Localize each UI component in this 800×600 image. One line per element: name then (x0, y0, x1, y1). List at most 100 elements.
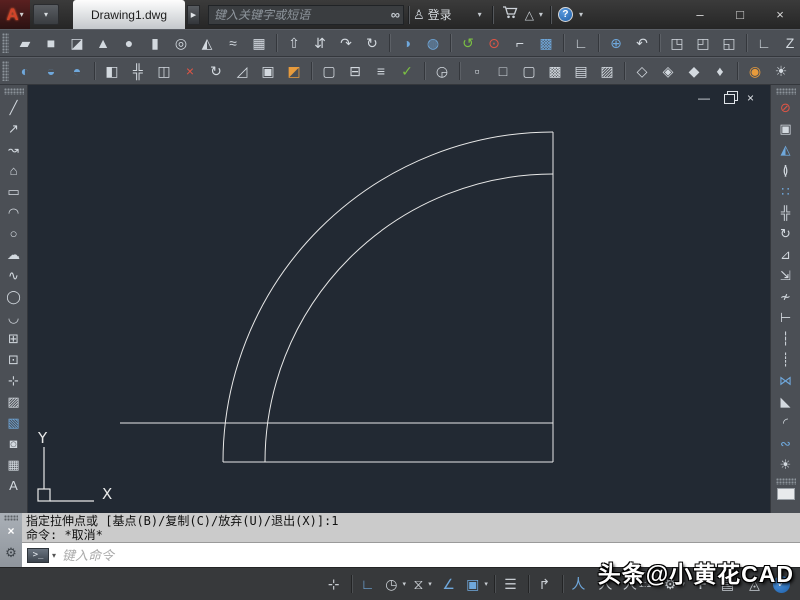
polyline-icon[interactable]: ↝ (2, 139, 26, 160)
construction-line-icon[interactable]: ↗ (2, 118, 26, 139)
color-faces-icon[interactable]: ◩ (282, 59, 306, 83)
clean-icon[interactable]: ≡ (369, 59, 393, 83)
multiline-text-icon[interactable]: A (2, 475, 26, 496)
offset-icon[interactable]: ≬ (774, 160, 798, 181)
toolbar-grip-handle[interactable] (2, 33, 9, 53)
sweep-icon[interactable]: ↷ (334, 31, 358, 55)
app-menu-button[interactable]: A ▾ (0, 0, 30, 29)
region-icon[interactable]: ◙ (2, 433, 26, 454)
blend-curves-icon[interactable]: ∾ (774, 433, 798, 454)
ortho-mode-icon[interactable]: ∟ ▾ (351, 571, 381, 597)
pyramid-icon[interactable]: ◭ (195, 31, 219, 55)
render-preset-draft-icon[interactable]: ◇ (624, 59, 654, 83)
fillet-icon[interactable]: ◜ (774, 412, 798, 433)
render-preset-high-icon[interactable]: ♦ (708, 59, 732, 83)
render-preset-low-icon[interactable]: ◈ (656, 59, 680, 83)
point-icon[interactable]: ⊹ (2, 370, 26, 391)
offset-faces-icon[interactable]: ◫ (152, 59, 176, 83)
ucs-face-icon[interactable]: ◳ (659, 31, 689, 55)
vs-hidden-icon[interactable]: ▢ (517, 59, 541, 83)
circle-icon[interactable]: ○ (2, 223, 26, 244)
osnap-tracking-icon[interactable]: ∠ ▾ (437, 571, 462, 597)
cylinder-icon[interactable]: ▮ (143, 31, 167, 55)
interfere-icon[interactable]: ◑ (389, 31, 419, 55)
autodesk-360-icon[interactable]: △ (525, 8, 534, 22)
explode-icon[interactable]: ☀ (774, 454, 798, 475)
hatch-icon[interactable]: ▨ (2, 391, 26, 412)
move-icon[interactable]: ╬ (774, 202, 798, 223)
lineweight-icon[interactable]: ☰ ▾ (493, 571, 524, 597)
sign-in-button[interactable]: ♙ 登录 ▾ (413, 6, 488, 23)
helix-icon[interactable]: ≈ (221, 31, 245, 55)
ucs-view-icon[interactable]: ◱ (717, 31, 741, 55)
section-icon[interactable]: ◍ (421, 31, 445, 55)
erase-icon[interactable]: ⊘ (774, 97, 798, 118)
union-icon[interactable]: ◐ (13, 59, 37, 83)
tab-overflow-button[interactable]: ▶ (187, 4, 200, 25)
sphere-icon[interactable]: ● (117, 31, 141, 55)
toolbar-grip-handle[interactable] (775, 478, 796, 485)
extrude-faces-icon[interactable]: ◧ (94, 59, 124, 83)
exchange-cart-icon[interactable] (502, 5, 518, 24)
selection-cycling-icon[interactable]: ↱ ▾ (527, 571, 558, 597)
search-input[interactable] (209, 5, 387, 24)
make-block-icon[interactable]: ⊡ (2, 349, 26, 370)
toolbar-grip-handle[interactable] (3, 88, 24, 95)
close-drawing-icon[interactable]: × (747, 92, 754, 104)
subtract-icon[interactable]: ◒ (39, 59, 63, 83)
delete-faces-icon[interactable]: × (178, 59, 202, 83)
scale-icon[interactable]: ⊿ (774, 244, 798, 265)
object-snap-icon[interactable]: ▣ ▾ (464, 571, 490, 597)
restore-drawing-icon[interactable] (723, 91, 738, 104)
outer-arc-entity[interactable] (222, 131, 554, 463)
quick-access-toolbar-button[interactable]: ▾ (33, 4, 59, 25)
minimize-window-button[interactable]: – (680, 4, 720, 26)
check-icon[interactable]: ✓ (395, 59, 419, 83)
break-at-point-icon[interactable]: ┆ (774, 328, 798, 349)
vs-realistic-icon[interactable]: ▩ (543, 59, 567, 83)
spline-icon[interactable]: ∿ (2, 265, 26, 286)
box-icon[interactable]: ■ (39, 31, 63, 55)
revolve-icon[interactable]: ↻ (360, 31, 384, 55)
shell-icon[interactable]: ▢ (311, 59, 341, 83)
command-history[interactable]: 指定拉伸点或 [基点(B)/复制(C)/放弃(U)/退出(X)]:1 命令: *… (22, 513, 800, 543)
planar-surface-icon[interactable]: ▦ (247, 31, 271, 55)
command-settings-wrench-icon[interactable]: ⚙ (5, 545, 17, 561)
array-icon[interactable]: ∷ (774, 181, 798, 202)
snap-mode-icon[interactable]: ⊹ ▾ (322, 571, 347, 597)
help-icon[interactable]: ? (557, 7, 573, 22)
ellipse-icon[interactable]: ◯ (2, 286, 26, 307)
polysolid-icon[interactable]: ▰ (13, 31, 37, 55)
close-command-icon[interactable]: × (7, 524, 14, 538)
vs-2d-wireframe-icon[interactable]: ▫ (459, 59, 489, 83)
annotation-visibility-icon[interactable]: 人 ▾ (561, 571, 592, 597)
arc-icon[interactable]: ◠ (2, 202, 26, 223)
viewcube-icon[interactable]: ▩ (534, 31, 558, 55)
extend-icon[interactable]: ⊢ (774, 307, 798, 328)
drawing-tab[interactable]: Drawing1.dwg (73, 0, 185, 29)
rotate-icon[interactable]: ↻ (774, 223, 798, 244)
copy-faces-icon[interactable]: ▣ (256, 59, 280, 83)
chamfer-icon[interactable]: ◣ (774, 391, 798, 412)
presspull-icon[interactable]: ⇵ (308, 31, 332, 55)
table-icon[interactable]: ▦ (2, 454, 26, 475)
close-window-button[interactable]: × (760, 4, 800, 26)
minimize-drawing-icon[interactable]: — (698, 92, 710, 104)
constrained-orbit-icon[interactable]: ↺ (450, 31, 480, 55)
vs-wireframe-icon[interactable]: □ (491, 59, 515, 83)
move-faces-icon[interactable]: ╬ (126, 59, 150, 83)
gradient-icon[interactable]: ▧ (2, 412, 26, 433)
draw-order-icon[interactable] (776, 488, 795, 500)
vs-conceptual-icon[interactable]: ▤ (569, 59, 593, 83)
section-plane-icon[interactable]: ◶ (424, 59, 454, 83)
rotate-faces-icon[interactable]: ↻ (204, 59, 228, 83)
insert-block-icon[interactable]: ⊞ (2, 328, 26, 349)
binoculars-search-icon[interactable]: ∞ (387, 7, 403, 22)
vs-shaded-icon[interactable]: ▨ (595, 59, 619, 83)
isometric-drafting-icon[interactable]: ⧖ ▾ (410, 571, 435, 597)
ucs-origin-icon[interactable]: ∟ (746, 31, 776, 55)
free-orbit-icon[interactable]: ⊙ (482, 31, 506, 55)
camera-icon[interactable]: ◉ (737, 59, 767, 83)
torus-icon[interactable]: ◎ (169, 31, 193, 55)
break-icon[interactable]: ┊ (774, 349, 798, 370)
